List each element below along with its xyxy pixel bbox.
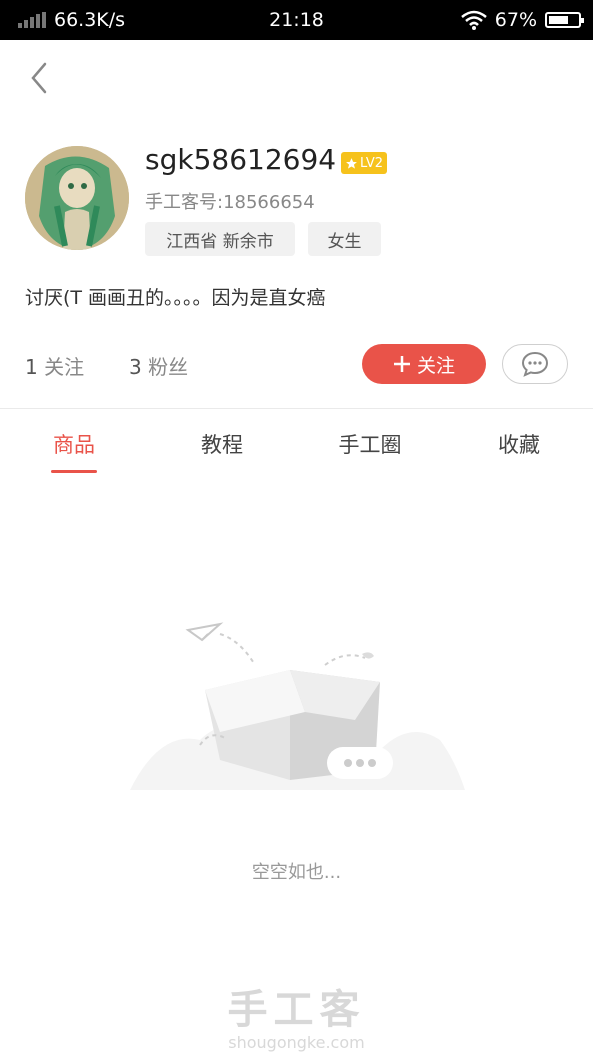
- message-button[interactable]: [502, 344, 568, 384]
- fans-label: 粉丝: [148, 355, 189, 379]
- watermark-title: 手工客: [227, 987, 366, 1033]
- active-tab-indicator: [51, 470, 97, 473]
- avatar[interactable]: [25, 146, 129, 250]
- back-arrow-icon[interactable]: [26, 60, 52, 96]
- chat-bubble-icon: [521, 351, 549, 377]
- section-divider: [0, 408, 593, 409]
- plus-icon: [393, 356, 410, 372]
- follow-button[interactable]: 关注: [362, 344, 486, 384]
- status-bar: 66.3K/s 21:18 67%: [0, 0, 593, 40]
- following-stat[interactable]: 1 关注: [25, 351, 84, 380]
- tab-products[interactable]: 商品: [14, 429, 134, 459]
- tab-craft-circle[interactable]: 手工圈: [310, 429, 430, 459]
- wifi-icon: [460, 10, 487, 30]
- tab-favorites[interactable]: 收藏: [459, 429, 579, 459]
- watermark-url: shougongke.com: [228, 1033, 365, 1052]
- battery-fill: [549, 16, 568, 24]
- region-tag: 江西省 新余市: [145, 222, 295, 256]
- tab-tutorials[interactable]: 教程: [162, 429, 282, 459]
- status-right: 67%: [460, 9, 584, 31]
- username: sgk58612694: [145, 143, 337, 176]
- level-text: LV2: [360, 155, 383, 171]
- bio-text: 讨厌(T 画画丑的。。。。因为是直女癌: [25, 287, 326, 309]
- battery-icon: [545, 12, 584, 28]
- empty-box-illustration: [130, 622, 465, 790]
- follow-label: 关注: [416, 354, 455, 377]
- tab-bar: 商品 教程 手工圈 收藏: [0, 425, 593, 475]
- level-badge: LV2: [341, 152, 387, 174]
- battery-percent: 67%: [494, 9, 537, 31]
- gender-tag: 女生: [308, 222, 381, 256]
- avatar-drawing: [25, 146, 129, 250]
- empty-state-text: 空空如也...: [251, 862, 342, 883]
- following-count: 1: [25, 355, 38, 379]
- watermark: 手工客 shougongke.com: [0, 977, 593, 1052]
- star-icon: [346, 157, 357, 169]
- user-id: 手工客号:18566654: [145, 192, 315, 213]
- fans-count: 3: [129, 355, 142, 379]
- following-label: 关注: [44, 355, 85, 379]
- fans-stat[interactable]: 3 粉丝: [129, 351, 188, 380]
